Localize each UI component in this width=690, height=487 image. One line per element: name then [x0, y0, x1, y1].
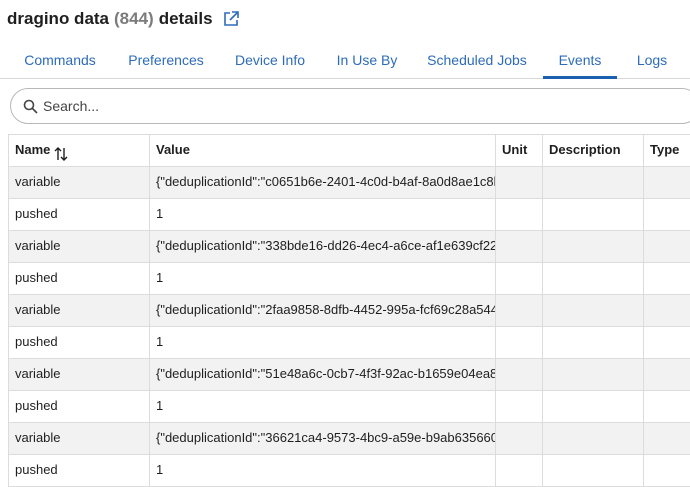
cell-value: 1 — [150, 455, 496, 486]
cell-description — [543, 391, 644, 422]
cell-description — [543, 423, 644, 454]
cell-type — [644, 327, 690, 358]
column-header-type[interactable]: Type — [644, 135, 690, 166]
table-row[interactable]: variable {"deduplicationId":"36621ca4-957… — [9, 423, 690, 455]
sort-icon[interactable] — [54, 143, 68, 161]
column-header-description[interactable]: Description — [543, 135, 644, 166]
search-icon — [23, 99, 38, 114]
event-count: (844) — [114, 9, 154, 28]
events-table: Name Value Unit Description Type variabl… — [8, 134, 690, 487]
cell-name: variable — [9, 359, 150, 390]
cell-unit — [496, 327, 543, 358]
table-row[interactable]: variable {"deduplicationId":"338bde16-dd2… — [9, 231, 690, 263]
cell-type — [644, 295, 690, 326]
column-header-value[interactable]: Value — [150, 135, 496, 166]
cell-description — [543, 295, 644, 326]
cell-type — [644, 167, 690, 198]
cell-description — [543, 263, 644, 294]
cell-description — [543, 359, 644, 390]
cell-name: variable — [9, 295, 150, 326]
cell-unit — [496, 359, 543, 390]
table-row[interactable]: pushed 1 — [9, 391, 690, 423]
tab-events[interactable]: Events — [543, 44, 617, 79]
cell-value: {"deduplicationId":"338bde16-dd26-4ec4-a… — [150, 231, 496, 262]
column-header-name[interactable]: Name — [9, 135, 150, 166]
cell-description — [543, 455, 644, 486]
table-row[interactable]: variable {"deduplicationId":"2faa9858-8df… — [9, 295, 690, 327]
table-row[interactable]: pushed 1 — [9, 199, 690, 231]
tab-logs[interactable]: Logs — [630, 44, 674, 77]
tab-preferences[interactable]: Preferences — [120, 44, 212, 77]
cell-value: 1 — [150, 199, 496, 230]
table-row[interactable]: variable {"deduplicationId":"c0651b6e-240… — [9, 167, 690, 199]
cell-unit — [496, 167, 543, 198]
cell-name: pushed — [9, 263, 150, 294]
title-suffix: details — [158, 9, 213, 28]
device-name: dragino data — [7, 9, 110, 28]
page-title: dragino data (844) details — [7, 7, 240, 31]
cell-type — [644, 391, 690, 422]
cell-description — [543, 327, 644, 358]
table-row[interactable]: pushed 1 — [9, 455, 690, 487]
cell-unit — [496, 231, 543, 262]
cell-type — [644, 423, 690, 454]
tab-in-use-by[interactable]: In Use By — [330, 44, 404, 77]
tab-scheduled-jobs[interactable]: Scheduled Jobs — [420, 44, 534, 77]
cell-value: {"deduplicationId":"2faa9858-8dfb-4452-9… — [150, 295, 496, 326]
cell-description — [543, 199, 644, 230]
cell-name: pushed — [9, 199, 150, 230]
cell-value: 1 — [150, 263, 496, 294]
cell-value: {"deduplicationId":"c0651b6e-2401-4c0d-b… — [150, 167, 496, 198]
external-link-icon[interactable] — [222, 10, 240, 28]
table-row[interactable]: pushed 1 — [9, 327, 690, 359]
search-box — [10, 88, 690, 124]
cell-description — [543, 167, 644, 198]
cell-name: pushed — [9, 455, 150, 486]
tab-bar: Commands Preferences Device Info In Use … — [0, 44, 690, 79]
cell-unit — [496, 263, 543, 294]
cell-type — [644, 455, 690, 486]
cell-type — [644, 359, 690, 390]
table-row[interactable]: variable {"deduplicationId":"51e48a6c-0cb… — [9, 359, 690, 391]
cell-value: 1 — [150, 327, 496, 358]
cell-unit — [496, 199, 543, 230]
cell-type — [644, 263, 690, 294]
cell-name: variable — [9, 423, 150, 454]
cell-name: variable — [9, 167, 150, 198]
cell-type — [644, 199, 690, 230]
cell-value: 1 — [150, 391, 496, 422]
cell-unit — [496, 391, 543, 422]
cell-unit — [496, 455, 543, 486]
cell-name: pushed — [9, 391, 150, 422]
cell-description — [543, 231, 644, 262]
cell-unit — [496, 295, 543, 326]
column-header-unit[interactable]: Unit — [496, 135, 543, 166]
tab-device-info[interactable]: Device Info — [226, 44, 314, 77]
table-header-row: Name Value Unit Description Type — [9, 135, 690, 167]
search-input[interactable] — [43, 95, 643, 117]
tab-commands[interactable]: Commands — [14, 44, 106, 77]
cell-type — [644, 231, 690, 262]
table-row[interactable]: pushed 1 — [9, 263, 690, 295]
cell-value: {"deduplicationId":"36621ca4-9573-4bc9-a… — [150, 423, 496, 454]
cell-name: pushed — [9, 327, 150, 358]
cell-unit — [496, 423, 543, 454]
cell-name: variable — [9, 231, 150, 262]
cell-value: {"deduplicationId":"51e48a6c-0cb7-4f3f-9… — [150, 359, 496, 390]
